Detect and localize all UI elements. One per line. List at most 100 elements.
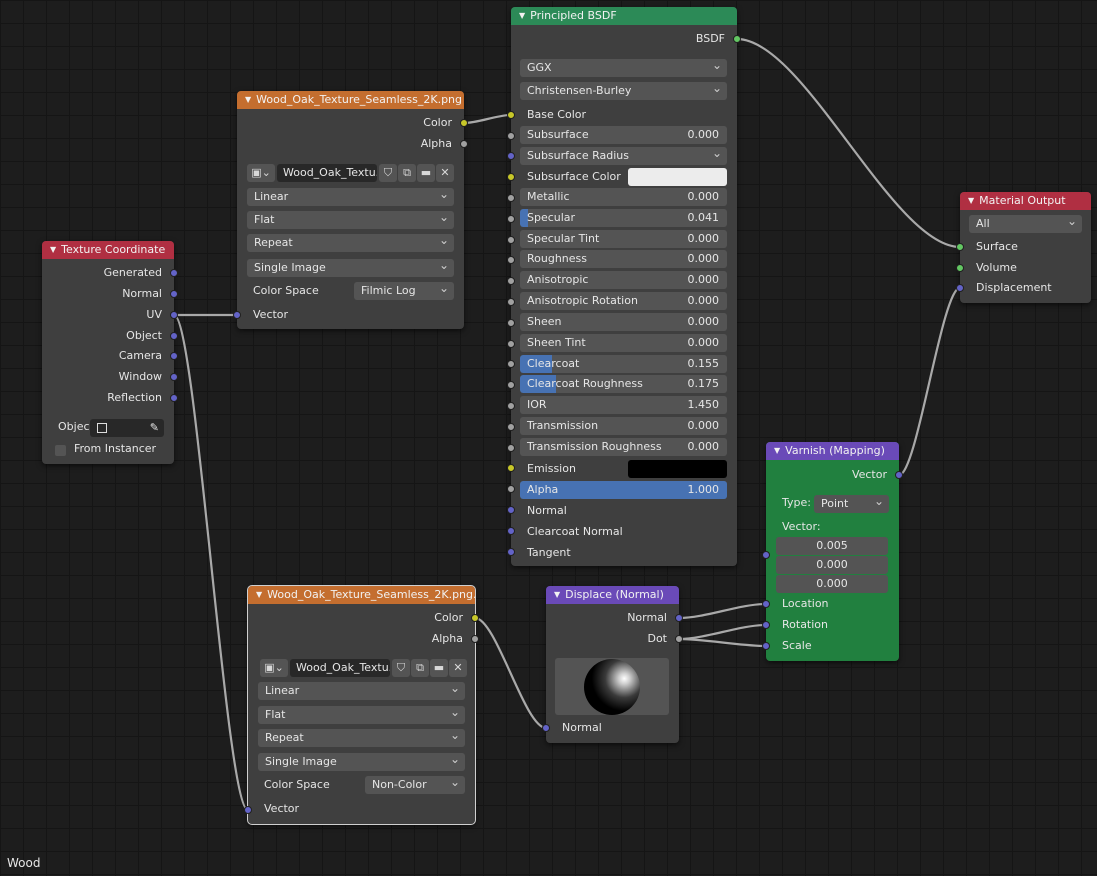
distribution-dropdown[interactable]: GGX [520,59,727,77]
image-selector[interactable]: ▣⌄ Wood_Oak_Textu.. ⛉ ⧉ ▬ ✕ [247,164,455,184]
image-name-field[interactable]: Wood_Oak_Textu.. [290,659,390,677]
collapse-triangle-icon[interactable]: ▼ [519,7,525,25]
param-subsurface-slider[interactable]: Subsurface 0.000 [520,126,727,144]
socket-alpha-out[interactable] [471,635,479,643]
node-link[interactable] [172,313,250,812]
socket-rotation[interactable] [762,621,770,629]
projection-dropdown[interactable]: Flat [258,706,465,724]
param-clearcoat-slider[interactable]: Clearcoat 0.155 [520,355,727,373]
node-link[interactable] [736,37,961,249]
socket-uv[interactable] [170,311,178,319]
socket-alpha[interactable] [507,485,515,493]
param-transmission-slider[interactable]: Transmission 0.000 [520,417,727,435]
node-link[interactable] [678,637,767,648]
node-link[interactable] [678,623,767,641]
socket-color-out[interactable] [471,614,479,622]
collapse-triangle-icon[interactable]: ▼ [256,586,262,604]
extension-dropdown[interactable]: Repeat [247,234,454,252]
color-space-dropdown[interactable]: Filmic Log [354,282,454,300]
image-browse-icon[interactable]: ▣⌄ [260,659,288,677]
socket-vector-out[interactable] [895,471,903,479]
param-metallic-slider[interactable]: Metallic 0.000 [520,188,727,206]
target-dropdown[interactable]: All [969,215,1082,233]
socket-ior[interactable] [507,402,515,410]
socket-location[interactable] [762,600,770,608]
node-header[interactable]: ▼ Texture Coordinate [42,241,174,259]
node-texture-coordinate[interactable]: ▼ Texture Coordinate Generated Normal UV … [42,241,174,464]
socket-normal-out[interactable] [675,614,683,622]
collapse-triangle-icon[interactable]: ▼ [968,192,974,210]
node-mapping[interactable]: ▼Varnish (Mapping) Vector Type: Point Ve… [766,442,899,661]
socket-transmission-roughness[interactable] [507,444,515,452]
socket-object[interactable] [170,332,178,340]
param-sheen-tint-slider[interactable]: Sheen Tint 0.000 [520,334,727,352]
param-anisotropic-rotation-slider[interactable]: Anisotropic Rotation 0.000 [520,292,727,310]
param-specular-tint-slider[interactable]: Specular Tint 0.000 [520,230,727,248]
socket-vector-in[interactable] [762,551,770,559]
socket-specular-tint[interactable] [507,236,515,244]
socket-sheen-tint[interactable] [507,340,515,348]
socket-vector-in[interactable] [244,806,252,814]
collapse-triangle-icon[interactable]: ▼ [50,241,56,259]
socket-emission[interactable] [507,464,515,472]
collapse-triangle-icon[interactable]: ▼ [245,91,251,109]
emission-color-swatch[interactable] [628,460,727,478]
vector-z-field[interactable]: 0.000 [776,575,888,593]
duplicate-icon[interactable]: ⧉ [411,659,429,677]
socket-transmission[interactable] [507,423,515,431]
socket-subsurface-radius[interactable] [507,152,515,160]
image-browse-icon[interactable]: ▣⌄ [247,164,275,182]
socket-window[interactable] [170,373,178,381]
source-dropdown[interactable]: Single Image [247,259,454,277]
socket-volume[interactable] [956,264,964,272]
normal-preview[interactable] [555,658,669,715]
node-link[interactable] [463,113,512,125]
collapse-triangle-icon[interactable]: ▼ [774,442,780,460]
socket-clearcoat-roughness[interactable] [507,381,515,389]
socket-bsdf-out[interactable] [733,35,741,43]
source-dropdown[interactable]: Single Image [258,753,465,771]
socket-roughness[interactable] [507,256,515,264]
open-folder-icon[interactable]: ▬ [417,164,435,182]
image-name-field[interactable]: Wood_Oak_Textu.. [277,164,377,182]
subsurface-radius-dropdown[interactable]: Subsurface Radius [520,147,727,165]
socket-camera[interactable] [170,352,178,360]
param-roughness-slider[interactable]: Roughness 0.000 [520,250,727,268]
socket-metallic[interactable] [507,194,515,202]
object-picker[interactable]: ✎ [90,419,164,437]
node-link[interactable] [474,616,547,730]
type-dropdown[interactable]: Point [814,495,889,513]
socket-generated[interactable] [170,269,178,277]
socket-dot-out[interactable] [675,635,683,643]
socket-anisotropic[interactable] [507,277,515,285]
duplicate-icon[interactable]: ⧉ [398,164,416,182]
param-sheen-slider[interactable]: Sheen 0.000 [520,313,727,331]
param-anisotropic-slider[interactable]: Anisotropic 0.000 [520,271,727,289]
color-space-dropdown[interactable]: Non-Color [365,776,465,794]
param-transmission-roughness-slider[interactable]: Transmission Roughness 0.000 [520,438,727,456]
socket-displacement[interactable] [956,284,964,292]
node-header[interactable]: ▼ Wood_Oak_Texture_Seamless_2K.png [237,91,464,109]
node-link[interactable] [678,602,767,620]
interpolation-dropdown[interactable]: Linear [258,682,465,700]
extension-dropdown[interactable]: Repeat [258,729,465,747]
socket-alpha-out[interactable] [460,140,468,148]
node-header[interactable]: ▼ Wood_Oak_Texture_Seamless_2K.png... [248,586,475,604]
alpha-slider[interactable]: Alpha 1.000 [520,481,727,499]
node-displace-normal[interactable]: ▼ Displace (Normal) Normal Dot Normal [546,586,679,743]
socket-scale[interactable] [762,642,770,650]
collapse-triangle-icon[interactable]: ▼ [554,586,560,604]
node-header[interactable]: ▼ Varnish (Mapping) [766,442,899,460]
subsurface-method-dropdown[interactable]: Christensen-Burley [520,82,727,100]
socket-subsurface[interactable] [507,132,515,140]
socket-color-out[interactable] [460,119,468,127]
socket-specular[interactable] [507,215,515,223]
node-principled-bsdf[interactable]: ▼ Principled BSDF BSDF GGX Christensen-Bu… [511,7,737,566]
socket-normal[interactable] [170,290,178,298]
socket-clearcoat[interactable] [507,360,515,368]
socket-subsurface-color[interactable] [507,173,515,181]
socket-surface[interactable] [956,243,964,251]
node-material-output[interactable]: ▼ Material Output All Surface Volume Disp… [960,192,1091,303]
image-selector[interactable]: ▣⌄ Wood_Oak_Textu.. ⛉ ⧉ ▬ ✕ [260,659,468,679]
socket-sheen[interactable] [507,319,515,327]
